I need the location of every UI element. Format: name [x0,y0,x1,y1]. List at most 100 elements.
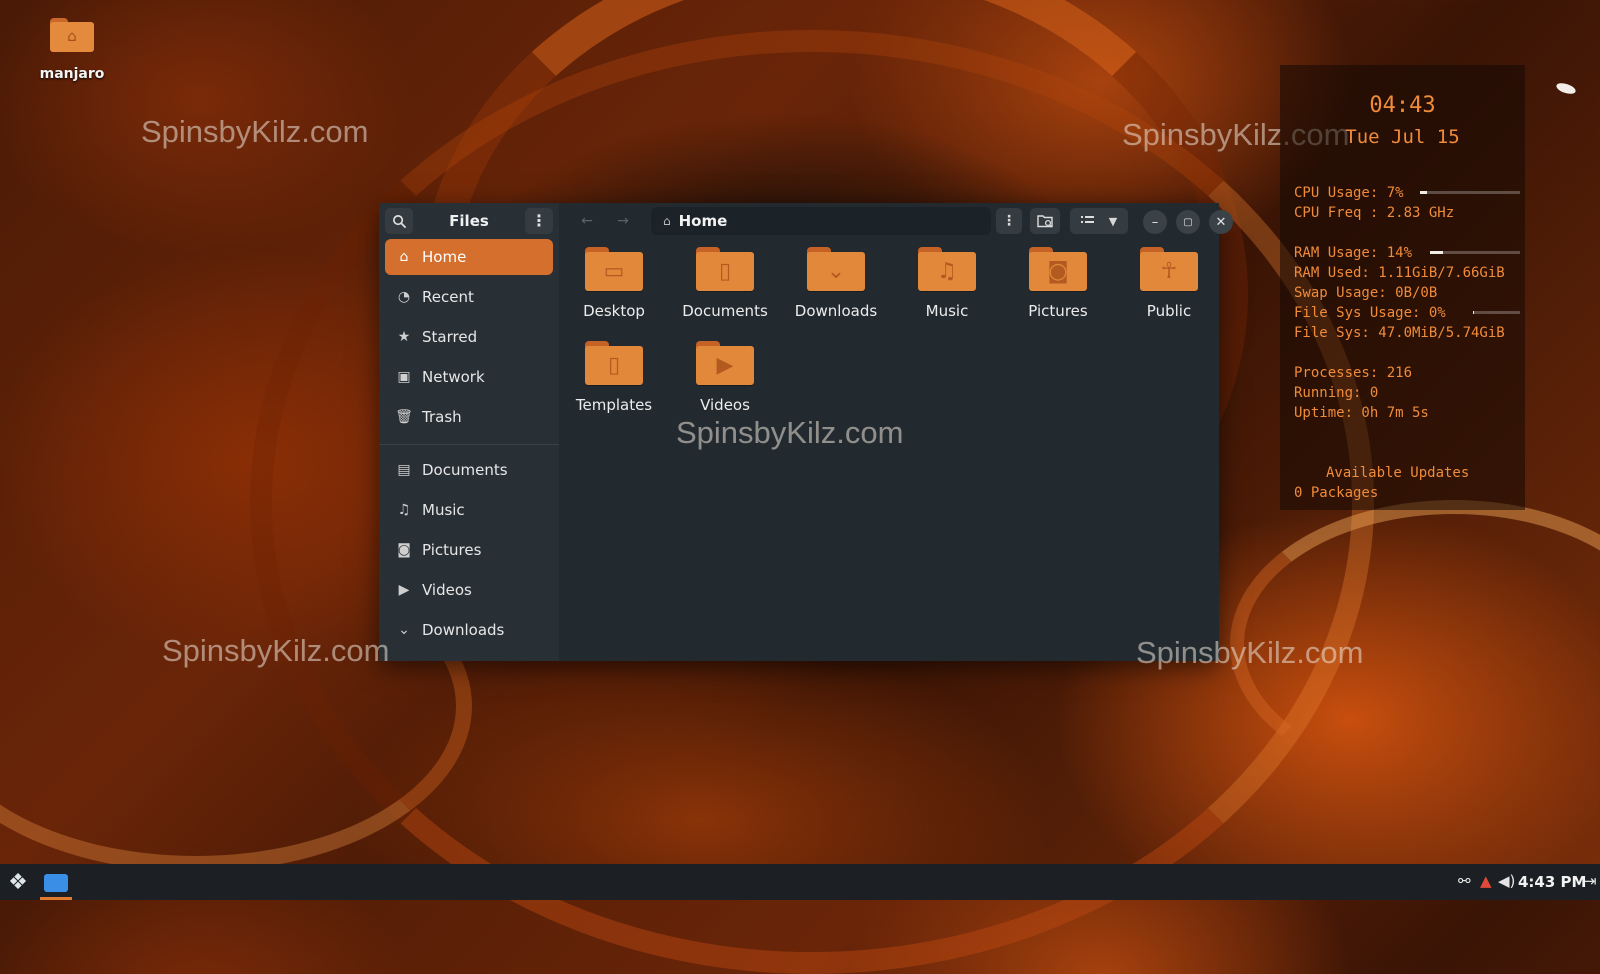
sidebar-item-label: Recent [422,288,474,306]
sidebar-item-label: Home [422,248,467,266]
ram-usage-bar [1430,251,1520,254]
sidebar-item-videos[interactable]: ▶ Videos [385,572,553,608]
ram-used: RAM Used: 1.11GiB/7.66GiB [1294,265,1505,281]
folder-search-icon [1036,214,1053,227]
maximize-button[interactable]: ▢ [1176,210,1200,234]
folder-desktop[interactable]: ▭ Desktop [559,247,669,320]
logout-icon[interactable]: ⇥ [1584,872,1597,890]
files-sidebar: Files ⋮ ⌂ Home ◔ Recent ★ Starred ▣ Netw… [379,203,559,661]
sidebar-item-documents[interactable]: ▤ Documents [385,452,553,488]
folder-label: Music [925,302,969,320]
folder-label: Pictures [1028,302,1088,320]
swap-usage: Swap Usage: 0B/0B [1294,285,1438,301]
sidebar-item-label: Pictures [422,541,482,559]
taskbar-files-app[interactable] [40,866,72,900]
sidebar-separator [379,444,559,445]
folder-icon [44,874,68,892]
video-icon: ▶ [696,341,754,385]
main-menu-button[interactable]: ⋮ [525,208,553,234]
minimize-icon: – [1151,214,1159,230]
star-icon: ★ [397,329,411,345]
folder-public[interactable]: ☥ Public [1114,247,1224,320]
music-icon: ♫ [918,247,976,291]
document-icon: ▤ [397,462,411,478]
folder-templates[interactable]: ▯ Templates [559,341,669,414]
updates-count: 0 Packages [1294,485,1379,501]
maximize-icon: ▢ [1183,216,1193,228]
path-bar[interactable]: ⌂ Home [651,207,991,235]
system-monitor-widget: 04:43 Tue Jul 15 CPU Usage: 7% CPU Freq … [1280,65,1525,510]
app-menu-button[interactable]: ❖ [4,869,32,897]
cpu-usage: CPU Usage: 7% [1294,185,1404,201]
volume-icon[interactable]: ◀) [1498,872,1515,890]
files-headerbar: ← → ⌂ Home ⋮ ▼ – ▢ ✕ [559,203,1233,239]
folder-label: Desktop [583,302,645,320]
sidebar-item-starred[interactable]: ★ Starred [385,319,553,355]
folder-documents[interactable]: ▯ Documents [670,247,780,320]
watermark: SpinsbyKilz.com [676,415,904,450]
close-icon: ✕ [1215,214,1227,230]
app-menu-icon: ❖ [8,870,28,895]
video-icon: ▶ [398,582,410,598]
minimize-button[interactable]: – [1143,210,1167,234]
sidebar-item-pictures[interactable]: ◙ Pictures [385,532,553,568]
network-icon[interactable]: ⚯ [1458,872,1471,890]
folder-label: Public [1146,302,1192,320]
folder-videos[interactable]: ▶ Videos [670,341,780,414]
camera-icon: ◙ [1029,247,1087,291]
forward-button[interactable]: → [609,208,637,234]
desktop-icon-label: manjaro [39,66,105,82]
cpu-freq: CPU Freq : 2.83 GHz [1294,205,1455,221]
back-button[interactable]: ← [573,208,601,234]
watermark: SpinsbyKilz.com [1136,635,1364,670]
desktop-icon: ▭ [585,247,643,291]
sidebar-item-label: Music [422,501,465,519]
folder-music[interactable]: ♫ Music [892,247,1002,320]
search-folder-button[interactable] [1030,208,1060,234]
kebab-menu-icon: ⋮ [1002,213,1016,229]
home-icon: ⌂ [399,249,409,265]
folder-label: Videos [700,396,750,414]
path-current: Home [678,212,728,230]
list-view-icon [1080,216,1094,223]
filesystem-usage: File Sys Usage: 0% [1294,305,1446,321]
sidebar-item-label: Downloads [422,621,505,639]
sidebar-item-downloads[interactable]: ⌄ Downloads [385,612,553,648]
music-icon: ♫ [397,502,411,518]
close-button[interactable]: ✕ [1209,210,1233,234]
monitor-date: Tue Jul 15 [1345,126,1460,148]
filesystem: File Sys: 47.0MiB/5.74GiB [1294,325,1505,341]
clock-icon: ◔ [397,289,411,305]
trash-icon: 🗑 [395,409,413,425]
folder-label: Documents [682,302,768,320]
watermark: SpinsbyKilz.com [141,114,369,149]
notification-icon[interactable]: ▲ [1480,872,1492,890]
camera-icon: ◙ [397,542,411,558]
path-menu-button[interactable]: ⋮ [996,208,1022,234]
sidebar-item-trash[interactable]: 🗑 Trash [385,399,553,435]
processes: Processes: 216 [1294,365,1413,381]
sidebar-header: Files ⋮ [379,203,559,239]
folder-label: Downloads [794,302,878,320]
folder-downloads[interactable]: ⌄ Downloads [781,247,891,320]
sidebar-item-label: Starred [422,328,478,346]
sidebar-item-recent[interactable]: ◔ Recent [385,279,553,315]
network-icon: ▣ [397,369,411,385]
sidebar-item-label: Videos [422,581,472,599]
view-toggle-button[interactable]: ▼ [1070,208,1128,234]
sidebar-item-label: Network [422,368,485,386]
desktop-home-folder[interactable]: ⌂ manjaro [36,18,108,82]
sidebar-item-network[interactable]: ▣ Network [385,359,553,395]
sidebar-item-home[interactable]: ⌂ Home [385,239,553,275]
uptime: Uptime: 0h 7m 5s [1294,405,1429,421]
sidebar-item-music[interactable]: ♫ Music [385,492,553,528]
folder-pictures[interactable]: ◙ Pictures [1003,247,1113,320]
home-icon: ⌂ [663,214,671,228]
watermark: SpinsbyKilz.com [162,633,390,668]
sidebar-item-label: Documents [422,461,508,479]
monitor-time: 04:43 [1369,93,1436,118]
chevron-down-icon: ▼ [1108,214,1118,228]
filesystem-usage-bar [1473,311,1520,314]
taskbar-clock[interactable]: 4:43 PM [1518,873,1586,891]
home-folder-icon: ⌂ [50,18,94,52]
